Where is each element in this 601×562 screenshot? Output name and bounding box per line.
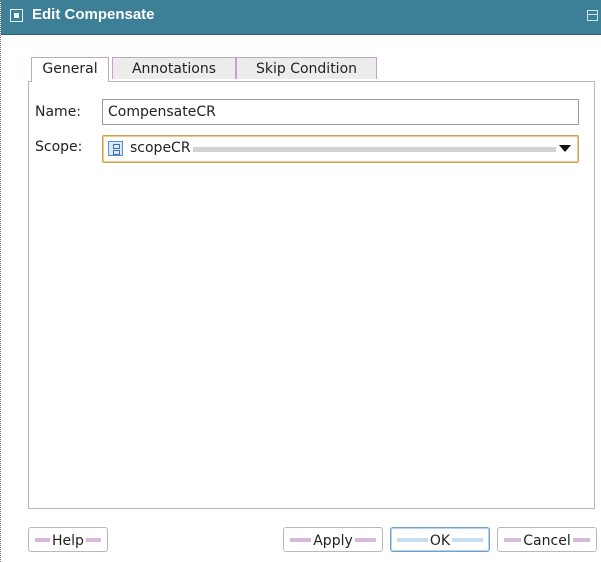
title-bar[interactable]: Edit Compensate xyxy=(1,0,601,35)
window-menu-icon[interactable] xyxy=(10,9,23,22)
cancel-button[interactable]: Cancel xyxy=(497,527,597,552)
scope-dropdown[interactable]: scopeCR xyxy=(102,135,579,163)
ok-button-label: OK xyxy=(427,532,453,549)
scope-value: scopeCR xyxy=(130,140,191,156)
help-button-label: Help xyxy=(50,532,86,549)
apply-button-label: Apply xyxy=(311,532,355,549)
tab-skip-condition[interactable]: Skip Condition xyxy=(236,57,377,79)
tab-annotations[interactable]: Annotations xyxy=(112,57,236,79)
apply-button[interactable]: Apply xyxy=(283,527,383,552)
window-title: Edit Compensate xyxy=(32,6,155,23)
window-border xyxy=(0,0,1,562)
name-field[interactable] xyxy=(102,99,579,125)
cancel-button-label: Cancel xyxy=(521,532,573,549)
tab-general-label: General xyxy=(42,61,98,77)
tab-annotations-label: Annotations xyxy=(131,61,217,77)
tab-general[interactable]: General xyxy=(31,57,109,82)
ok-button[interactable]: OK xyxy=(390,527,490,552)
scope-label: Scope: xyxy=(35,139,83,155)
maximize-icon[interactable] xyxy=(587,10,598,21)
tab-skip-condition-label: Skip Condition xyxy=(255,61,358,77)
name-label: Name: xyxy=(35,104,82,120)
chevron-down-icon[interactable] xyxy=(559,145,571,152)
scope-icon xyxy=(108,141,123,156)
help-button[interactable]: Help xyxy=(28,527,108,552)
dropdown-stripe xyxy=(193,147,556,152)
